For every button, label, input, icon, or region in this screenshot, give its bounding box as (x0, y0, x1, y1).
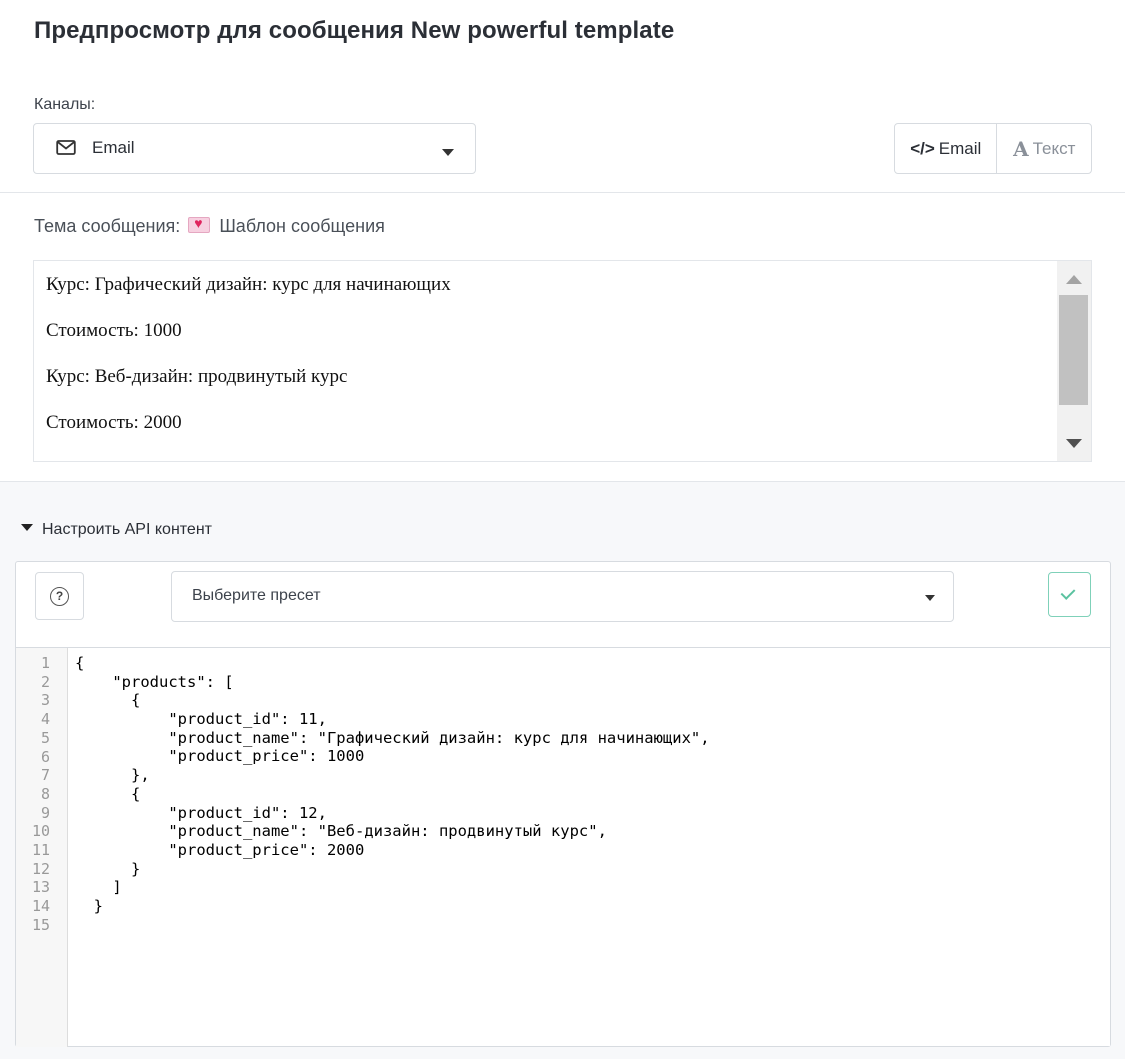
preview-line: Курс: Графический дизайн: курс для начин… (46, 274, 451, 295)
line-number: 8 (40, 784, 50, 803)
line-number: 4 (40, 710, 50, 729)
check-icon (1060, 585, 1076, 600)
preview-header-section: Предпросмотр для сообщения New powerful … (0, 0, 1125, 481)
subject-value: Шаблон сообщения (219, 216, 385, 236)
line-number: 12 (31, 859, 50, 878)
line-number: 3 (40, 691, 50, 710)
line-number: 14 (31, 897, 50, 916)
api-content-toggle[interactable]: Настроить API контент (21, 521, 212, 539)
line-number: 13 (31, 878, 50, 897)
subject-label: Тема сообщения: (34, 216, 181, 236)
preset-select-placeholder: Выберите пресет (192, 587, 321, 604)
subject-line: Тема сообщения: Шаблон сообщения (34, 215, 385, 237)
line-number: 11 (31, 841, 50, 859)
line-number: 7 (40, 766, 50, 785)
preview-line: Стоимость: 2000 (46, 412, 182, 433)
help-button[interactable]: ? (35, 572, 84, 620)
scroll-down-arrow-icon[interactable] (1066, 439, 1082, 448)
code-line: } (75, 859, 141, 878)
line-number: 15 (31, 915, 50, 934)
code-line: "product_id": 12, (75, 803, 327, 822)
code-line: { (75, 654, 85, 672)
code-line: } (75, 896, 103, 915)
caret-down-icon (21, 524, 33, 531)
envelope-icon (56, 140, 76, 155)
line-number: 5 (40, 728, 50, 747)
chevron-down-icon (442, 149, 454, 156)
preview-line: Стоимость: 1000 (46, 320, 182, 341)
code-line: "product_price": 2000 (75, 840, 365, 859)
chevron-down-icon (925, 595, 935, 601)
text-view-label: Текст (1032, 138, 1076, 158)
scrollbar-thumb[interactable] (1059, 295, 1088, 405)
scroll-up-arrow-icon[interactable] (1066, 275, 1082, 284)
question-circle-icon: ? (50, 587, 69, 606)
email-view-button[interactable]: </> Email (895, 124, 998, 173)
code-line: "product_name": "Графический дизайн: кур… (75, 728, 710, 747)
api-content-toggle-label: Настроить API контент (42, 521, 212, 538)
apply-button[interactable] (1048, 572, 1091, 617)
line-number: 1 (40, 654, 50, 672)
code-line: "product_id": 11, (75, 710, 327, 729)
code-line: }, (75, 766, 150, 785)
code-line: "product_name": "Веб-дизайн: продвинутый… (75, 822, 607, 841)
json-editor[interactable]: 1 2 3 4 5 6 7 8 9 10 11 12 13 14 15 { "products": [ { … (16, 647, 1110, 1047)
preview-line: Курс: Веб-дизайн: продвинутый курс (46, 366, 348, 387)
code-line: { (75, 691, 141, 710)
preset-select[interactable]: Выберите пресет (171, 571, 954, 622)
line-number: 10 (31, 822, 50, 841)
api-content-section: Настроить API контент ? Выберите пресет … (0, 482, 1125, 1059)
line-number: 9 (40, 803, 50, 822)
view-toggle: </> Email A Текст (894, 123, 1092, 174)
code-line: ] (75, 878, 122, 897)
line-number-gutter: 1 2 3 4 5 6 7 8 9 10 11 12 13 14 15 (16, 648, 68, 1047)
channel-select[interactable]: Email (33, 123, 476, 174)
text-a-icon: A (1013, 136, 1029, 161)
channel-select-value: Email (92, 138, 135, 157)
message-preview: Курс: Графический дизайн: курс для начин… (33, 260, 1092, 462)
code-icon: </> (910, 138, 935, 158)
api-panel: ? Выберите пресет 1 2 3 4 5 6 7 8 9 10 11 12 13 14 15 … (15, 561, 1111, 1047)
page-title: Предпросмотр для сообщения New powerful … (34, 17, 675, 44)
line-number: 2 (40, 672, 50, 691)
divider (0, 192, 1125, 193)
preview-scrollbar[interactable] (1057, 261, 1091, 461)
code-line: "products": [ (75, 672, 234, 691)
love-letter-emoji-icon (188, 215, 211, 233)
code-area[interactable]: { "products": [ { "product_id": 11, "pro… (75, 654, 710, 934)
code-line: { (75, 784, 141, 803)
text-view-button[interactable]: A Текст (997, 124, 1091, 173)
line-number: 6 (40, 747, 50, 766)
email-view-label: Email (938, 138, 982, 158)
channels-label: Каналы: (34, 96, 96, 113)
code-line: "product_price": 1000 (75, 747, 365, 766)
preview-content: Курс: Графический дизайн: курс для начин… (46, 273, 451, 457)
